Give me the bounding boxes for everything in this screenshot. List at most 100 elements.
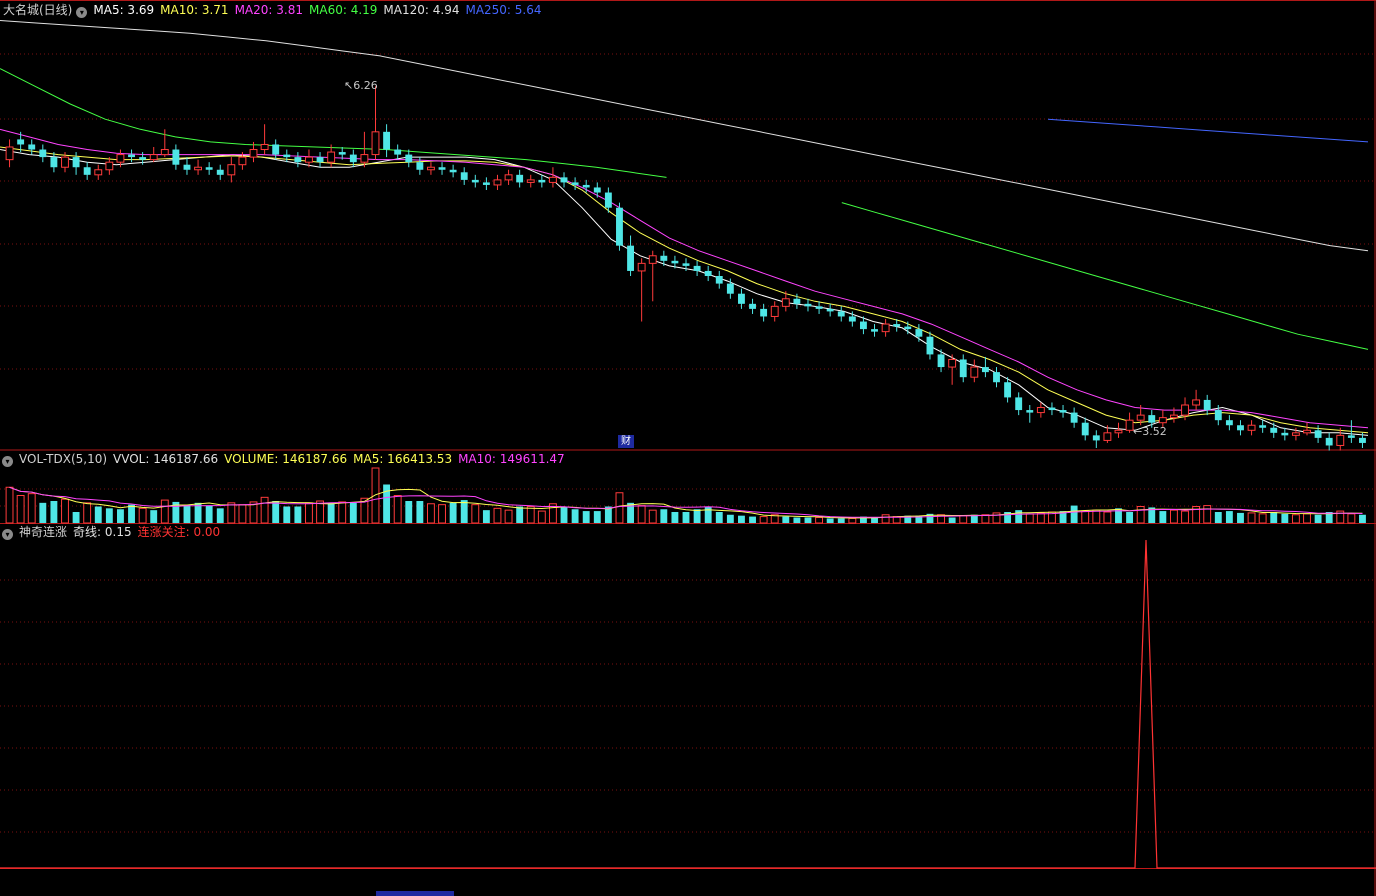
volume-bar — [1225, 511, 1233, 523]
candle — [915, 329, 923, 337]
volume-bar — [50, 501, 58, 523]
candle — [149, 154, 158, 161]
candle — [781, 298, 790, 307]
candle — [1336, 434, 1345, 446]
candle — [327, 151, 336, 163]
volume-bar — [283, 506, 291, 523]
volume-bar — [693, 509, 701, 523]
candle — [970, 366, 979, 378]
candle — [260, 143, 269, 151]
candle — [283, 154, 291, 158]
candle — [637, 262, 646, 272]
candle — [1181, 404, 1189, 416]
candle — [671, 260, 679, 264]
candle — [893, 324, 901, 327]
low-price-label: ←3.52 — [1133, 425, 1167, 438]
finance-badge[interactable]: 财 — [618, 435, 634, 448]
volume-bar — [804, 517, 812, 523]
candle — [715, 276, 723, 284]
volume-bar — [648, 509, 657, 524]
volume-bar — [1347, 513, 1356, 524]
candle — [160, 149, 169, 156]
candle — [1225, 420, 1233, 426]
volume-bar — [150, 510, 158, 523]
candle — [427, 166, 435, 171]
volume-bar — [27, 493, 36, 524]
candle — [338, 152, 346, 155]
volume-bar — [393, 495, 402, 524]
scroll-indicator — [376, 891, 454, 896]
candle — [1303, 429, 1311, 434]
candle — [959, 359, 967, 378]
volume-bar — [504, 509, 513, 524]
volume-bar — [848, 517, 857, 524]
volume-bar — [1291, 514, 1300, 524]
volume-bar — [5, 486, 14, 524]
volume-bar — [660, 509, 668, 523]
candle — [793, 298, 801, 304]
ma10-line — [0, 146, 1369, 434]
volume-bar — [516, 506, 524, 523]
candle — [227, 164, 236, 176]
candle — [1214, 410, 1222, 421]
volume-bar — [560, 506, 568, 523]
volume-bar — [294, 506, 302, 523]
candle — [116, 154, 125, 163]
candle — [394, 149, 402, 155]
candle — [548, 176, 557, 183]
candle — [39, 149, 47, 158]
volume-bar — [1303, 513, 1311, 524]
volume-bar — [1237, 512, 1244, 523]
candle — [1048, 407, 1056, 411]
candle — [83, 167, 91, 175]
candle — [1004, 382, 1012, 398]
candle — [1347, 435, 1355, 438]
candle — [627, 245, 634, 271]
volume-bar — [316, 500, 324, 524]
candle — [760, 308, 768, 317]
kline-chart[interactable] — [0, 0, 1376, 896]
candle — [460, 172, 468, 180]
volume-bar — [1159, 511, 1167, 523]
candle — [371, 131, 380, 156]
volume-bar — [1281, 513, 1289, 523]
volume-bar — [183, 504, 191, 523]
candle — [937, 354, 945, 368]
volume-bar — [438, 504, 446, 524]
volume-bar — [94, 506, 102, 523]
volume-bar — [460, 500, 468, 523]
candle — [360, 154, 369, 163]
candle — [61, 156, 69, 168]
volume-bar — [582, 511, 590, 523]
volume-bar — [272, 501, 280, 523]
candle — [1325, 437, 1333, 446]
candle — [316, 157, 324, 163]
candle — [1359, 437, 1366, 443]
candle — [582, 184, 590, 188]
candle — [1092, 435, 1100, 441]
candle — [294, 157, 302, 163]
high-price-label: ↖6.26 — [344, 79, 378, 92]
candle — [504, 174, 513, 181]
volume-bar — [637, 505, 646, 524]
candle — [593, 187, 601, 193]
volume-bar — [1359, 514, 1366, 523]
candle — [272, 144, 280, 155]
volume-bar — [1169, 509, 1178, 524]
candle — [216, 169, 224, 175]
candle — [616, 207, 623, 246]
volume-bar — [1214, 512, 1222, 523]
volume-bar — [526, 506, 535, 524]
volume-bar — [427, 503, 435, 524]
candle — [1125, 419, 1134, 431]
candle — [571, 182, 579, 185]
candle — [493, 179, 502, 186]
volume-bar — [471, 504, 480, 524]
candle — [94, 169, 103, 176]
volume-bar — [837, 518, 845, 523]
candle — [305, 156, 313, 163]
candle — [17, 139, 25, 145]
candle — [139, 157, 147, 160]
volume-bar — [117, 509, 124, 523]
volume-bar — [726, 514, 734, 523]
